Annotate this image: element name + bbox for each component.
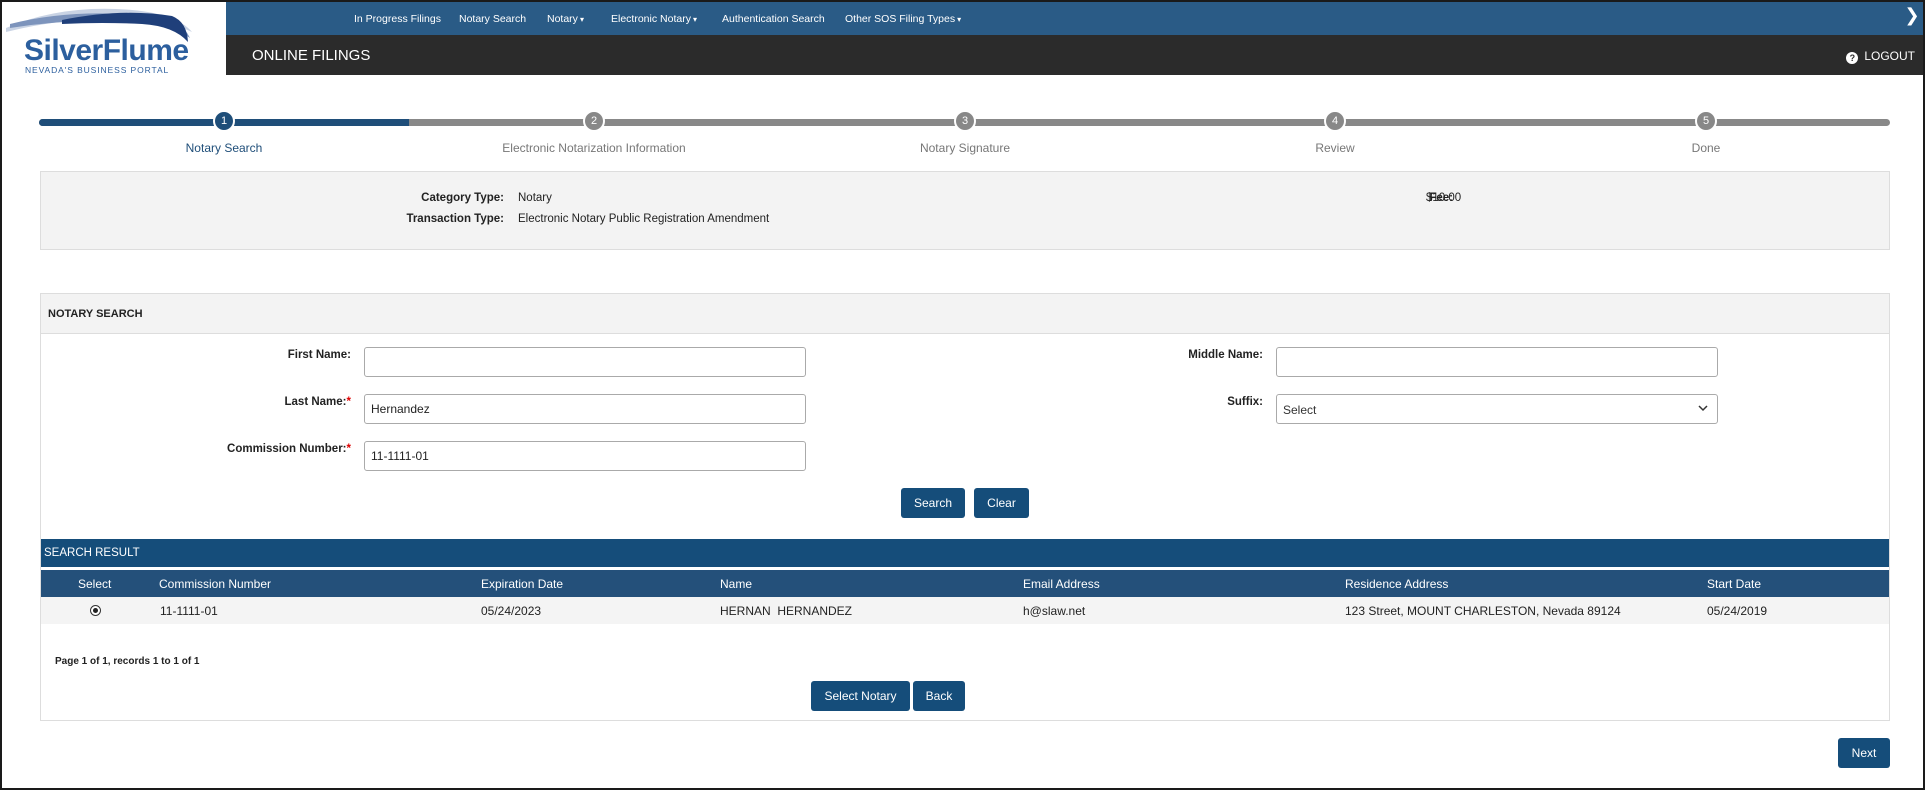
silverflume-logo[interactable]: SilverFlume NEVADA'S BUSINESS PORTAL [2, 2, 226, 75]
last-name-input[interactable] [364, 394, 806, 424]
row-start-date: 05/24/2019 [1707, 604, 1768, 618]
col-header-commission-number: Commission Number [159, 577, 272, 591]
filing-info-box: Category Type: Notary Transaction Type: … [40, 171, 1890, 250]
nav-notary-dropdown[interactable]: Notary ▾ [547, 13, 584, 25]
table-row[interactable]: 11-1111-01 05/24/2023 HERNAN HERNANDEZ h… [41, 597, 1889, 624]
transaction-type-label: Transaction Type: [406, 213, 504, 225]
header: SilverFlume NEVADA'S BUSINESS PORTAL In … [2, 2, 1923, 75]
page-title: ONLINE FILINGS [252, 47, 371, 64]
required-marker: * [346, 443, 351, 455]
chevron-down-icon: ▾ [692, 15, 697, 24]
step-4-label: Review [1315, 141, 1355, 155]
chevron-right-icon[interactable]: ❯ [1901, 5, 1923, 31]
suffix-label: Suffix: [1227, 396, 1263, 408]
col-header-name: Name [720, 577, 753, 591]
panel-title: NOTARY SEARCH [48, 308, 143, 320]
help-circle-icon: ? [1846, 52, 1859, 64]
logout-link[interactable]: ? LOGOUT [1846, 49, 1915, 64]
nav-authentication-search[interactable]: Authentication Search [722, 13, 825, 25]
last-name-label: Last Name:* [284, 396, 351, 408]
suffix-selected-value: Select [1283, 403, 1317, 417]
logout-label: LOGOUT [1864, 49, 1915, 63]
results-table-header: Select Commission Number Expiration Date… [41, 570, 1889, 597]
col-header-start-date: Start Date [1707, 577, 1762, 591]
col-header-select: Select [78, 577, 112, 591]
pagination-info: Page 1 of 1, records 1 to 1 of 1 [55, 656, 200, 667]
step-3-label: Notary Signature [919, 141, 1011, 155]
col-header-residence-address: Residence Address [1345, 577, 1449, 591]
nav-in-progress-filings[interactable]: In Progress Filings [354, 13, 441, 25]
progress-stepper: 1 2 3 4 5 Notary Search Electronic Notar… [39, 110, 1890, 160]
step-4-marker: 4 [1324, 110, 1346, 132]
step-3-marker: 3 [954, 110, 976, 132]
row-name: HERNAN HERNANDEZ [720, 604, 853, 618]
commission-number-label: Commission Number:* [227, 443, 351, 455]
fee-value: $10.00 [1426, 192, 1462, 204]
step-2-marker: 2 [583, 110, 605, 132]
col-header-expiration-date: Expiration Date [481, 577, 564, 591]
clear-button[interactable]: Clear [974, 488, 1029, 518]
step-5-marker: 5 [1695, 110, 1717, 132]
first-name-label: First Name: [287, 349, 351, 361]
suffix-select[interactable]: Select [1276, 394, 1718, 424]
select-radio[interactable] [90, 605, 101, 616]
step-5-label: Done [1691, 141, 1721, 155]
step-1-label: Notary Search [185, 141, 263, 155]
col-header-email-address: Email Address [1023, 577, 1100, 591]
middle-name-label: Middle Name: [1188, 349, 1263, 361]
nav-electronic-notary-dropdown[interactable]: Electronic Notary ▾ [611, 13, 697, 25]
category-type-value: Notary [518, 192, 552, 204]
required-marker: * [346, 396, 351, 408]
nav-notary-search[interactable]: Notary Search [459, 13, 526, 25]
title-bar: ONLINE FILINGS ? LOGOUT [226, 35, 1923, 75]
logo-wordmark: SilverFlume [24, 34, 189, 67]
commission-number-input[interactable] [364, 441, 806, 471]
row-commission-number: 11-1111-01 [160, 604, 218, 618]
notary-search-panel: NOTARY SEARCH First Name: Middle Name: L… [40, 293, 1890, 721]
row-expiration-date: 05/24/2023 [481, 604, 542, 618]
logo-tagline: NEVADA'S BUSINESS PORTAL [25, 65, 170, 75]
step-2-label: Electronic Notarization Information [502, 141, 686, 155]
category-type-label: Category Type: [421, 192, 504, 204]
chevron-down-icon: ▾ [579, 15, 584, 24]
row-email-address: h@slaw.net [1023, 604, 1086, 618]
row-residence-address: 123 Street, MOUNT CHARLESTON, Nevada 891… [1345, 604, 1621, 618]
search-result-header: SEARCH RESULT [41, 539, 1889, 567]
middle-name-input[interactable] [1276, 347, 1718, 377]
chevron-down-icon: ▾ [957, 15, 962, 24]
chevron-down-icon [1698, 405, 1708, 412]
panel-header: NOTARY SEARCH [41, 294, 1889, 334]
next-button[interactable]: Next [1838, 738, 1890, 768]
nav-other-sos-filing-types-dropdown[interactable]: Other SOS Filing Types ▾ [845, 13, 961, 25]
first-name-input[interactable] [364, 347, 806, 377]
step-1-marker: 1 [213, 110, 235, 132]
select-notary-button[interactable]: Select Notary [811, 681, 910, 711]
search-button[interactable]: Search [901, 488, 965, 518]
transaction-type-value: Electronic Notary Public Registration Am… [518, 213, 770, 225]
top-navigation: In Progress Filings Notary Search Notary… [226, 2, 1923, 35]
back-button[interactable]: Back [913, 681, 965, 711]
